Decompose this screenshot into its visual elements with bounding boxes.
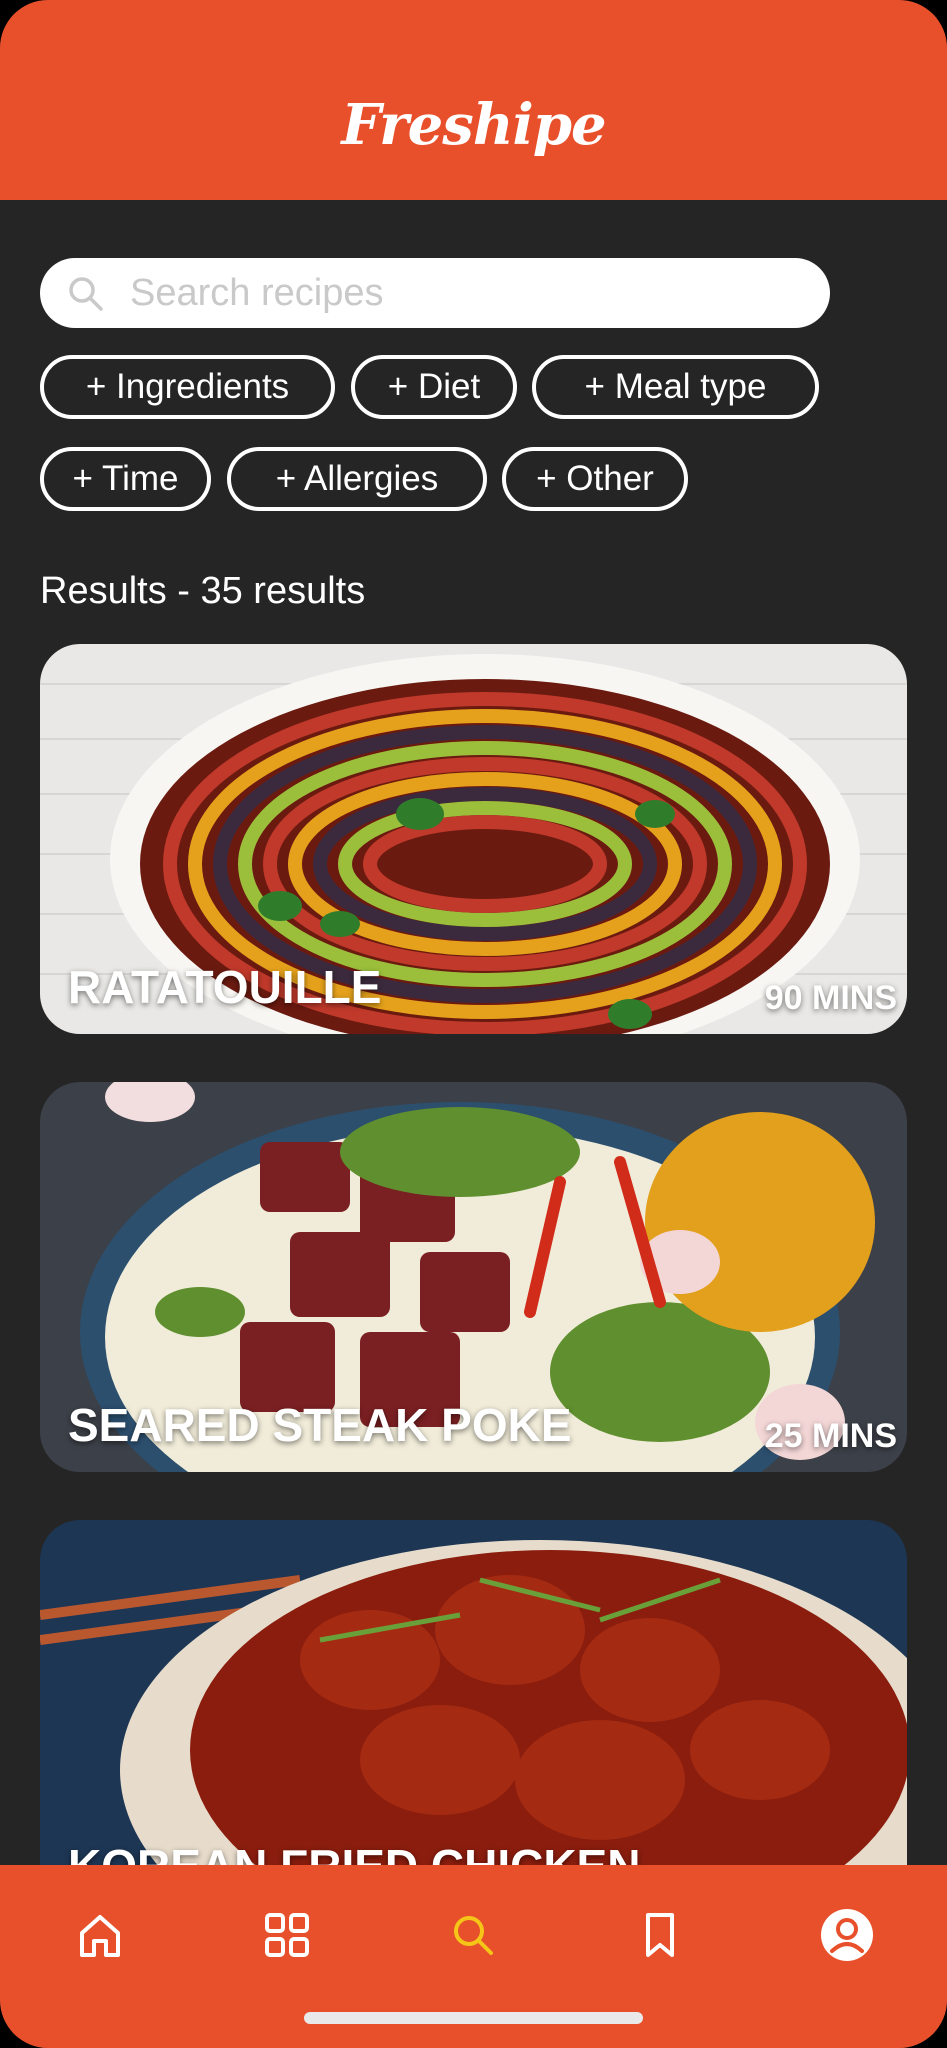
recipe-card[interactable]: KOREAN FRIED CHICKEN (40, 1520, 907, 1865)
home-indicator[interactable] (304, 2012, 643, 2024)
recipe-time: 90 MINS (764, 979, 897, 1017)
bookmark-icon[interactable] (630, 1905, 690, 1965)
grid-icon[interactable] (257, 1905, 317, 1965)
recipe-name: SEARED STEAK POKE (68, 1399, 572, 1451)
filter-chip-allergies[interactable]: + Allergies (227, 447, 487, 511)
filter-chip-time[interactable]: + Time (40, 447, 211, 511)
app-header: Freshipe (0, 0, 947, 200)
search-input[interactable] (130, 258, 810, 328)
recipe-card[interactable]: RATATOUILLE 90 MINS (40, 644, 907, 1034)
recipe-image (40, 1520, 907, 1865)
app-logo: Freshipe (341, 92, 606, 158)
profile-icon[interactable] (817, 1905, 877, 1965)
recipe-card[interactable]: SEARED STEAK POKE 25 MINS (40, 1082, 907, 1472)
filter-chip-meal-type[interactable]: + Meal type (532, 355, 819, 419)
app-screen: Freshipe + Ingredients + Diet + Meal typ… (0, 0, 947, 2048)
recipe-time: 25 MINS (764, 1417, 897, 1455)
search-icon (69, 277, 103, 311)
recipe-name: KOREAN FRIED CHICKEN (68, 1839, 640, 1865)
filter-chip-ingredients[interactable]: + Ingredients (40, 355, 335, 419)
home-icon[interactable] (70, 1905, 130, 1965)
filter-chip-other[interactable]: + Other (502, 447, 688, 511)
search-icon[interactable] (443, 1905, 503, 1965)
filter-chip-diet[interactable]: + Diet (351, 355, 517, 419)
search-bar[interactable] (40, 258, 830, 328)
results-heading: Results - 35 results (40, 570, 366, 612)
recipe-name: RATATOUILLE (68, 961, 382, 1013)
